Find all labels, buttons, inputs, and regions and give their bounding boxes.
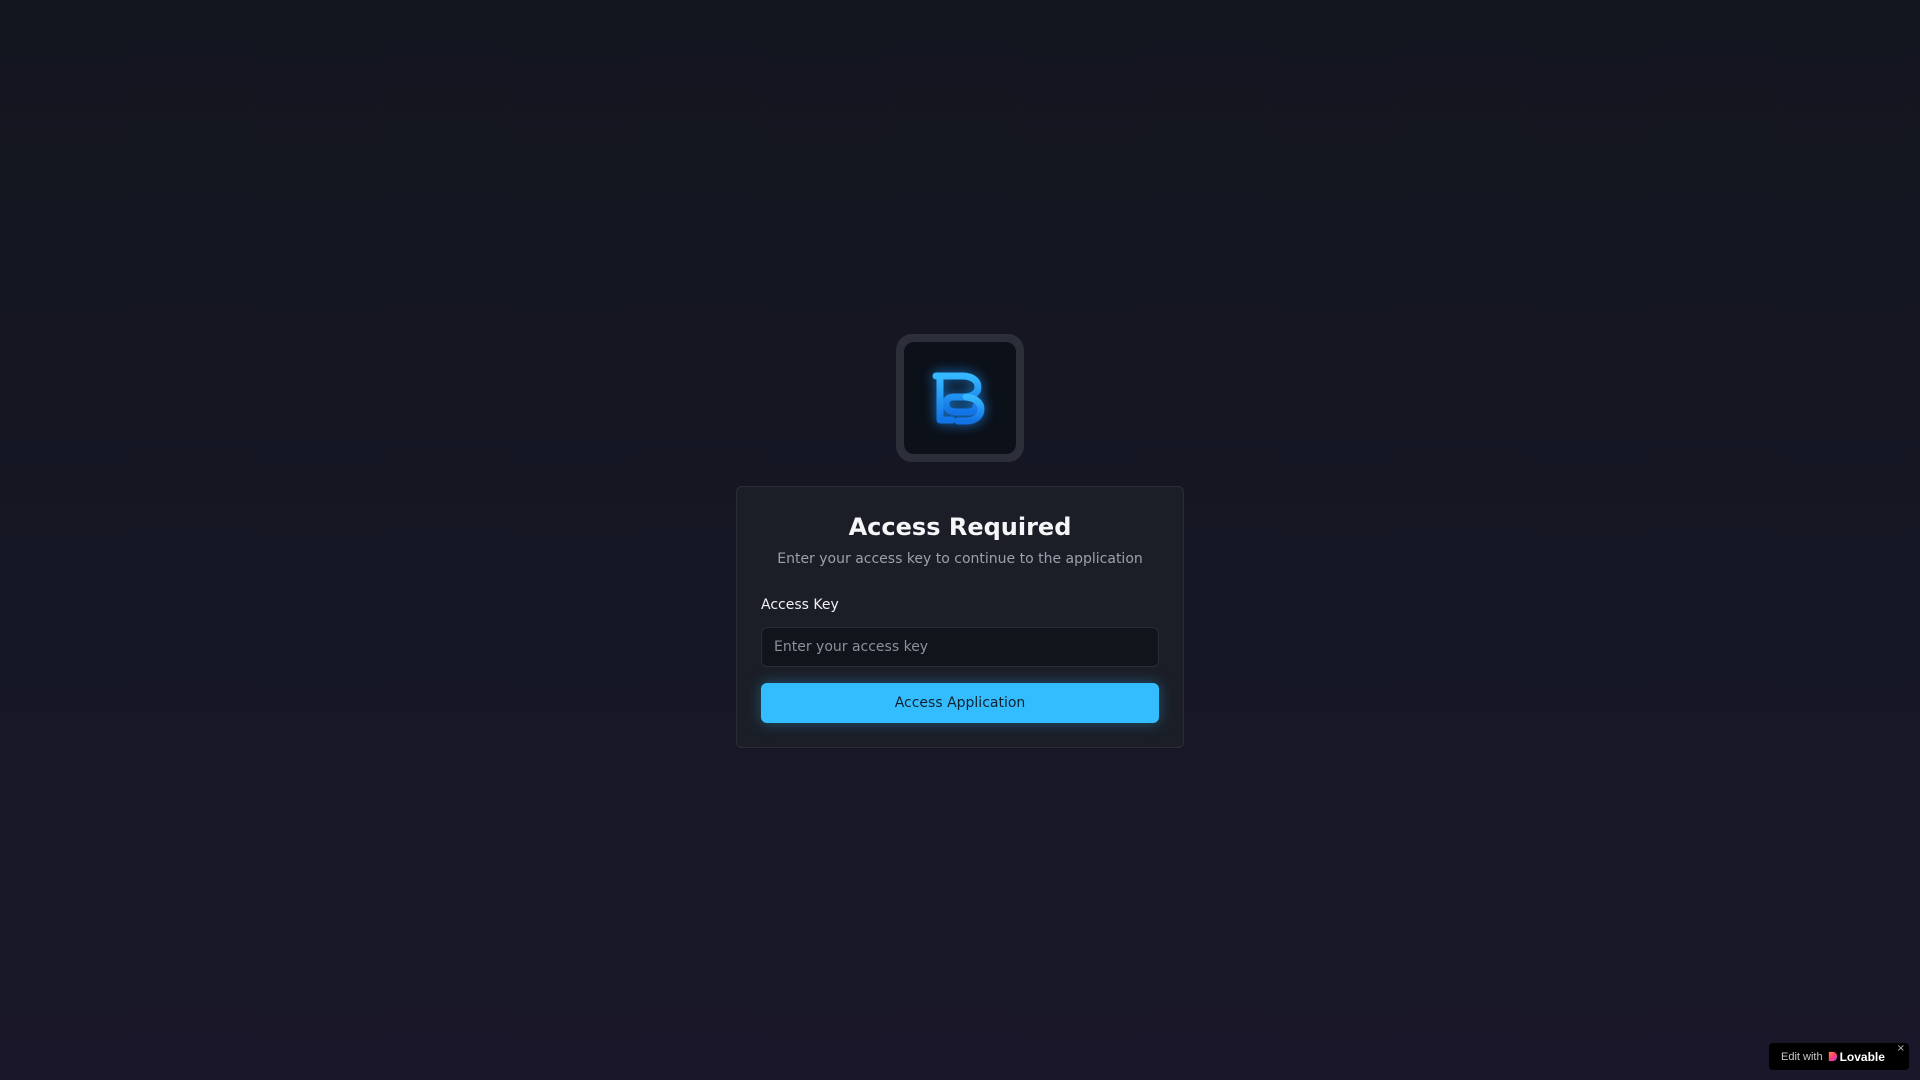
app-logo [896,334,1024,462]
page-subtitle: Enter your access key to continue to the… [777,551,1143,567]
app-logo-tile [904,342,1016,454]
access-key-label: Access Key [761,597,839,613]
access-key-input[interactable] [761,627,1159,667]
access-application-button[interactable]: Access Application [761,683,1159,723]
edit-with-lovable-badge[interactable]: Edit with Lovable × [1769,1043,1909,1070]
badge-prefix-text: Edit with [1781,1050,1823,1063]
access-card: Access Required Enter your access key to… [736,486,1184,748]
brand-b-logo-icon [932,372,985,425]
page-title: Access Required [848,513,1072,541]
login-screen: Access Required Enter your access key to… [0,334,1920,748]
badge-brand-text: Lovable [1839,1049,1885,1064]
lovable-heart-icon [1828,1051,1837,1062]
close-icon[interactable]: × [1897,1043,1905,1055]
